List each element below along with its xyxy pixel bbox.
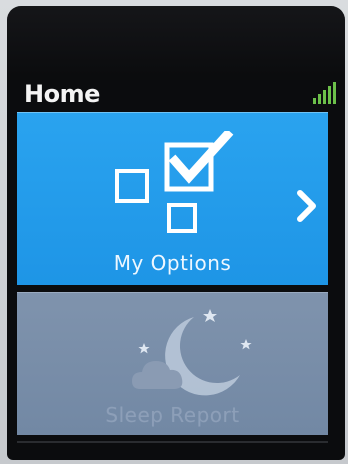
bottom-divider [17, 441, 328, 443]
page-title: Home [24, 80, 100, 108]
device-frame: Home My Options Sleep Report [0, 0, 348, 464]
sleep-report-tile[interactable]: Sleep Report [17, 292, 328, 435]
signal-strength-icon [313, 82, 336, 104]
my-options-label: My Options [113, 251, 232, 275]
checklist-icon [115, 131, 234, 233]
moon-stars-cloud-icon [132, 309, 252, 396]
header-bar: Home [24, 78, 340, 112]
chevron-right-icon [297, 190, 316, 222]
sleep-report-label: Sleep Report [105, 403, 240, 427]
my-options-tile[interactable]: My Options [17, 112, 328, 285]
